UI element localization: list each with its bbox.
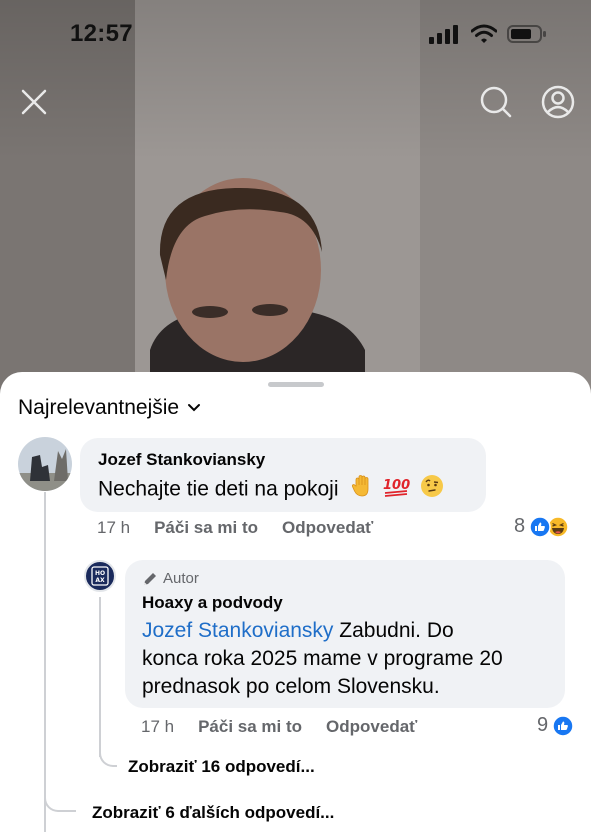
status-bar: 12:57 [0,0,591,70]
author-badge: Autor [142,570,548,587]
sheet-drag-handle[interactable] [268,382,324,387]
comment-meta: 17 h Páči sa mi to Odpovedať [97,518,373,538]
reply-mention[interactable]: Jozef Stankoviansky [142,619,333,642]
avatar-hoaxy[interactable]: HO AX [84,560,116,592]
close-button[interactable] [14,82,54,122]
reply-author[interactable]: Hoaxy a podvody [142,593,548,613]
chevron-down-icon [188,404,201,412]
comment-text-row: Nechajte tie deti na pokoji 100 [98,474,468,506]
reply-like-button[interactable]: Páči sa mi to [198,717,302,737]
reply-meta: 17 h Páči sa mi to Odpovedať [141,717,417,737]
raised-hand-icon [350,474,374,506]
show-more-replies-link[interactable]: Zobraziť 6 ďalších odpovedí... [92,803,334,823]
comment-reactions[interactable]: 8 [514,515,569,538]
avatar-photo [18,437,72,491]
pen-icon [144,572,156,585]
comment-bubble: Jozef Stankoviansky Nechajte tie deti na… [80,438,486,512]
like-reaction-icon [552,714,574,737]
battery-icon [507,25,546,43]
comments-sheet: Najrelevantnejšie Jozef Stankoviansky Ne… [0,372,591,838]
author-badge-label: Autor [163,570,199,587]
comment-reply-button[interactable]: Odpovedať [282,518,373,538]
search-icon [480,86,512,118]
status-time: 12:57 [70,20,133,47]
comment-time: 17 h [97,518,131,537]
comment-author[interactable]: Jozef Stankoviansky [98,450,468,470]
comment-text: Nechajte tie deti na pokoji [98,477,339,501]
reply-reaction-count: 9 [537,714,549,736]
wifi-icon [471,24,497,43]
search-button[interactable] [476,82,516,122]
hoax-logo-top: HO [95,570,105,577]
thread-line-reply [99,597,101,757]
face-with-raised-eyebrow-icon [420,474,444,506]
hundred-points-icon: 100 [382,474,410,506]
reply-time: 17 h [141,717,175,736]
thread-connector-show-replies [99,737,117,767]
reply-bubble: Autor Hoaxy a podvody Jozef Stankoviansk… [125,560,565,708]
cellular-signal-icon [429,25,458,44]
thread-connector-show-more [44,780,76,812]
profile-icon [541,85,575,119]
thread-connector-reply [44,542,76,574]
reply-text-line2: konca roka 2025 mame v programe 20 [142,647,503,670]
hoax-logo-icon: HO AX [91,566,109,586]
show-replies-link[interactable]: Zobraziť 16 odpovedí... [128,757,315,777]
sort-dropdown[interactable]: Najrelevantnejšie [18,396,201,420]
hoax-logo-bottom: AX [95,577,105,584]
comment-like-button[interactable]: Páči sa mi to [154,518,258,538]
sort-label: Najrelevantnejšie [18,396,180,419]
close-icon [21,89,47,115]
reply-reply-button[interactable]: Odpovedať [326,717,417,737]
reply-text: Jozef Stankoviansky Zabudni. Do konca ro… [142,617,548,701]
profile-button[interactable] [538,82,578,122]
video-player[interactable]: 12:57 [0,0,591,400]
reply-reactions[interactable]: 9 [537,714,574,737]
avatar-jozef[interactable] [18,437,72,491]
comment-reaction-count: 8 [514,515,526,537]
reply-text-line1: Zabudni. Do [333,619,454,642]
like-reaction-icon [529,515,551,538]
status-icons [429,24,547,44]
reply-text-line3: prednasok po celom Slovensku. [142,675,440,698]
